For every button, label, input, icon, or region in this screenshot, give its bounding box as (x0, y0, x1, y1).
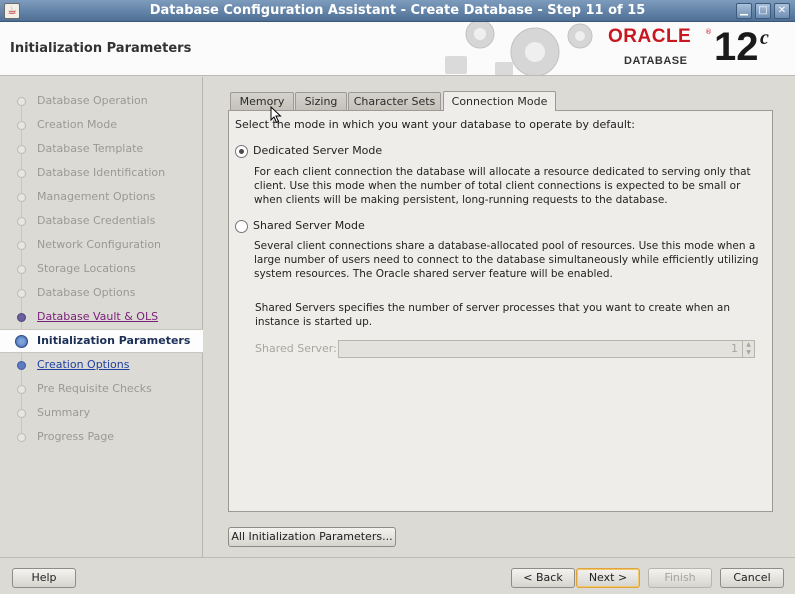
step-label: Database Options (37, 286, 136, 299)
connection-mode-panel: Select the mode in which you want your d… (228, 110, 773, 512)
step-dot-icon (17, 361, 26, 370)
step-progress-page: Progress Page (0, 426, 203, 448)
step-label: Management Options (37, 190, 156, 203)
step-dot-icon (17, 169, 26, 178)
step-label: Storage Locations (37, 262, 136, 275)
step-label: Pre Requisite Checks (37, 382, 152, 395)
dedicated-server-label[interactable]: Dedicated Server Mode (253, 144, 382, 157)
step-label[interactable]: Creation Options (37, 358, 129, 371)
step-creation-options[interactable]: Creation Options (0, 354, 203, 376)
step-initialization-parameters: Initialization Parameters (0, 329, 203, 353)
version-number: 12 (714, 25, 759, 69)
maximize-icon[interactable]: □ (755, 3, 771, 19)
help-button[interactable]: Help (12, 568, 76, 588)
tab-memory[interactable]: Memory (230, 92, 294, 111)
dedicated-server-radio[interactable] (235, 145, 248, 158)
step-dot-icon (17, 145, 26, 154)
shared-server-count-label: Shared Server: (255, 342, 337, 355)
window-title: Database Configuration Assistant - Creat… (149, 3, 646, 18)
step-database-template: Database Template (0, 138, 203, 160)
registered-mark: ® (705, 28, 712, 36)
step-network-configuration: Network Configuration (0, 234, 203, 256)
step-dot-icon (17, 217, 26, 226)
step-dot-icon (17, 97, 26, 106)
shared-server-count-input[interactable]: 1 (338, 340, 743, 358)
step-dot-icon (17, 409, 26, 418)
tab-sizing[interactable]: Sizing (295, 92, 347, 111)
step-management-options: Management Options (0, 186, 203, 208)
step-label: Summary (37, 406, 91, 419)
tab-character-sets[interactable]: Character Sets (348, 92, 441, 111)
footer-divider (0, 557, 795, 558)
version-suffix: c (760, 27, 769, 49)
step-label: Progress Page (37, 430, 115, 443)
database-wordmark: DATABASE (624, 55, 688, 67)
back-button[interactable]: < Back (511, 568, 575, 588)
step-label: Database Template (37, 142, 144, 155)
step-database-operation: Database Operation (0, 90, 203, 112)
all-initialization-parameters-button[interactable]: All Initialization Parameters... (228, 527, 396, 547)
step-label: Creation Mode (37, 118, 118, 131)
current-step-icon (15, 335, 28, 348)
cancel-button[interactable]: Cancel (720, 568, 784, 588)
step-label[interactable]: Database Vault & OLS (37, 310, 158, 323)
step-label: Network Configuration (37, 238, 162, 251)
steps-sidebar: Database Operation Creation Mode Databas… (0, 77, 203, 557)
oracle-logo: ORACLE ® DATABASE 12 c (600, 22, 795, 75)
mouse-cursor-icon (270, 106, 282, 124)
step-dot-icon (17, 289, 26, 298)
step-summary: Summary (0, 402, 203, 424)
step-dot-icon (17, 385, 26, 394)
step-database-options: Database Options (0, 282, 203, 304)
shared-server-radio[interactable] (235, 220, 248, 233)
step-label: Database Operation (37, 94, 148, 107)
step-dot-icon (17, 121, 26, 130)
tab-connection-mode[interactable]: Connection Mode (443, 91, 556, 111)
intro-text: Select the mode in which you want your d… (235, 118, 635, 131)
step-dot-icon (17, 433, 26, 442)
step-database-credentials: Database Credentials (0, 210, 203, 232)
step-dot-icon (17, 241, 26, 250)
gears-decoration-icon (445, 22, 593, 75)
dedicated-server-description: For each client connection the database … (254, 166, 751, 206)
oracle-wordmark: ORACLE (608, 26, 692, 47)
step-label: Database Identification (37, 166, 166, 179)
next-button[interactable]: Next > (576, 568, 640, 588)
spinner-arrows-icon[interactable]: ▲ ▼ (742, 340, 755, 358)
shared-server-description: Several client connections share a datab… (254, 240, 759, 280)
minimize-icon[interactable]: ▁ (736, 3, 752, 19)
title-bar: ☕ Database Configuration Assistant - Cre… (0, 0, 795, 22)
step-creation-mode: Creation Mode (0, 114, 203, 136)
step-dot-icon (17, 193, 26, 202)
step-dot-icon (17, 313, 26, 322)
shared-server-label[interactable]: Shared Server Mode (253, 219, 365, 232)
step-label: Initialization Parameters (37, 334, 191, 347)
step-label: Database Credentials (37, 214, 156, 227)
step-dot-icon (17, 265, 26, 274)
close-icon[interactable]: ✕ (774, 3, 790, 19)
step-pre-requisite-checks: Pre Requisite Checks (0, 378, 203, 400)
finish-button[interactable]: Finish (648, 568, 712, 588)
step-database-vault-ols[interactable]: Database Vault & OLS (0, 306, 203, 328)
step-storage-locations: Storage Locations (0, 258, 203, 280)
page-title: Initialization Parameters (10, 41, 192, 56)
page-header: Initialization Parameters ORACLE ® DATAB… (0, 22, 795, 76)
step-database-identification: Database Identification (0, 162, 203, 184)
shared-servers-description: Shared Servers specifies the number of s… (255, 302, 731, 328)
